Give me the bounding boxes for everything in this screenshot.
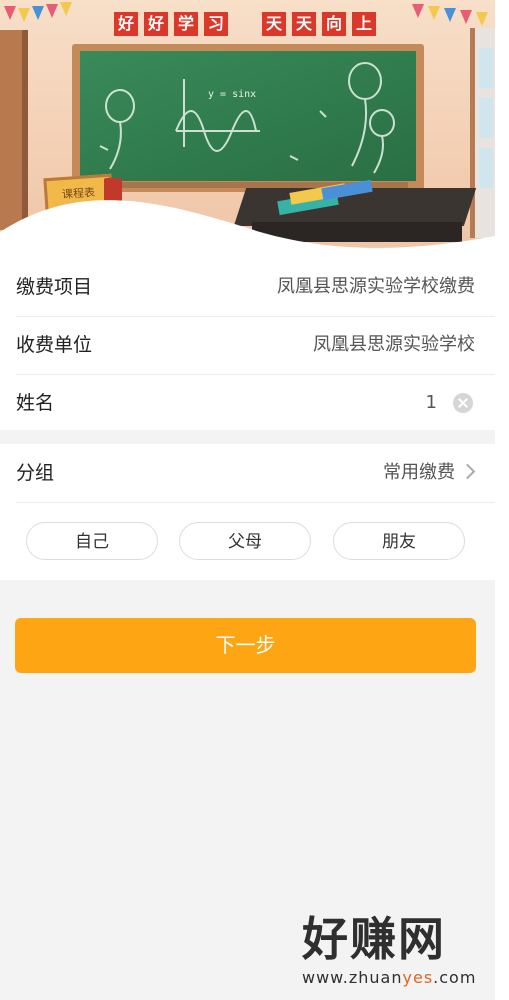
watermark-main: 好赚网 [302,912,446,966]
chip-self[interactable]: 自己 [26,522,158,560]
payment-item-label: 缴费项目 [16,276,93,298]
right-gutter [495,0,509,1000]
watermark-url-highlight: yes [402,968,434,987]
watermark-url: www.zhuanyes.com [302,968,476,987]
clear-icon[interactable] [453,393,473,413]
group-label: 分组 [16,462,55,484]
watermark-url-a: www.zhuan [302,968,403,987]
classroom-banner: 好 好 学 习 天 天 向 上 y = sinx 课程表 [0,0,495,258]
page: 好 好 学 习 天 天 向 上 y = sinx 课程表 缴费项目 凤凰县思源实… [0,0,495,1000]
payee-unit-row: 收费单位 凤凰县思源实验学校 [16,316,495,375]
payment-info-card: 缴费项目 凤凰县思源实验学校缴费 收费单位 凤凰县思源实验学校 姓名 1 [0,258,495,430]
watermark-url-b: .com [433,968,477,987]
payment-item-value: 凤凰县思源实验学校缴费 [277,276,475,297]
chip-parents[interactable]: 父母 [179,522,311,560]
name-label: 姓名 [16,392,55,414]
chevron-right-icon[interactable] [459,463,476,480]
name-row[interactable]: 姓名 1 [16,374,495,432]
watermark-logo: 好赚网 www.zhuanyes.com [300,912,500,992]
group-value[interactable]: 常用缴费 [383,444,455,502]
name-input[interactable]: 1 [426,374,437,432]
payee-unit-label: 收费单位 [16,334,93,356]
chip-friends[interactable]: 朋友 [333,522,465,560]
payment-item-row: 缴费项目 凤凰县思源实验学校缴费 [16,258,495,317]
next-step-button[interactable]: 下一步 [15,618,476,673]
payee-unit-value: 凤凰县思源实验学校 [313,334,475,355]
group-row[interactable]: 分组 常用缴费 [16,444,495,503]
banner-wave [0,200,495,258]
